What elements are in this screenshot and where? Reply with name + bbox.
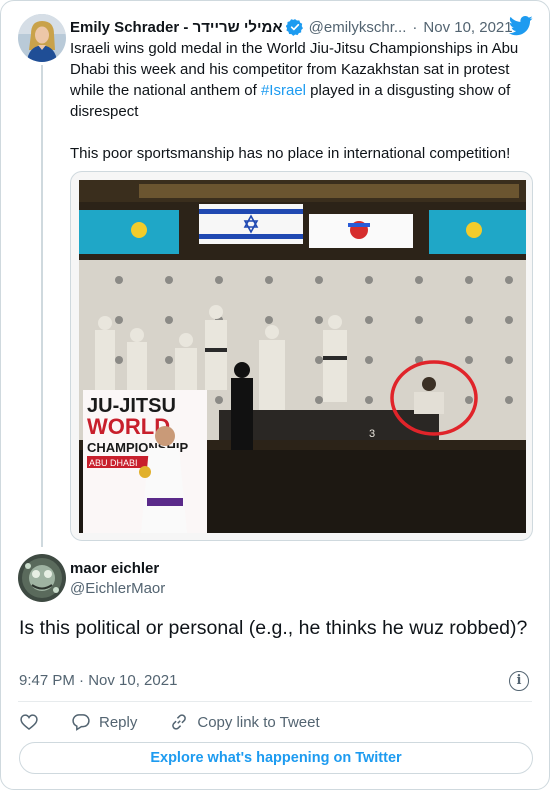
thread-line [41,65,43,547]
explore-twitter-button[interactable]: Explore what's happening on Twitter [19,742,533,774]
parent-author-name[interactable]: Emily Schrader - אמילי שריידר [70,19,283,36]
parent-tweet-header: Emily Schrader - אמילי שריידר @emilyksch… [70,16,533,38]
verified-badge-icon [285,19,303,36]
info-icon[interactable]: i [509,671,529,691]
parent-tweet-text: Israeli wins gold medal in the World Jiu… [70,38,530,164]
reply-label[interactable]: Reply [99,714,137,731]
tweet-embed-card: Emily Schrader - אמילי שריידר @emilyksch… [0,0,550,790]
reply-button[interactable]: Reply [71,712,137,732]
copy-link-label[interactable]: Copy link to Tweet [197,714,319,731]
reply-author-name[interactable]: maor eichler [70,560,159,577]
reply-author-avatar[interactable] [18,554,66,602]
heart-icon [20,714,38,731]
tweet-media[interactable]: 3 JU-JITSU WORLD CHAMPIONSHIP ABU DHABI [70,171,533,541]
tweet-actions: Reply Copy link to Tweet [19,709,320,735]
reply-author-handle[interactable]: @EichlerMaor [70,580,165,597]
tweet-text-paragraph: This poor sportsmanship has no place in … [70,145,511,162]
podium-number: 3 [369,428,375,440]
like-button[interactable] [19,712,39,732]
hashtag-link[interactable]: #Israel [261,82,306,99]
banner-line-4: ABU DHABI [89,458,138,468]
reply-tweet-text: Is this political or personal (e.g., he … [19,617,528,639]
parent-tweet-date[interactable]: Nov 10, 2021 [423,19,512,36]
tweet-photo[interactable]: 3 JU-JITSU WORLD CHAMPIONSHIP ABU DHABI [79,180,526,533]
reply-timestamp[interactable]: 9:47 PM · Nov 10, 2021 [19,672,177,689]
copy-link-button[interactable]: Copy link to Tweet [169,712,320,732]
header-separator: · [412,18,418,36]
twitter-bird-icon[interactable] [509,15,533,37]
reply-bubble-icon [72,714,90,731]
parent-author-handle[interactable]: @emilykschr... [309,19,407,36]
divider [18,701,532,702]
link-icon [172,714,187,730]
parent-author-avatar[interactable] [18,14,66,62]
